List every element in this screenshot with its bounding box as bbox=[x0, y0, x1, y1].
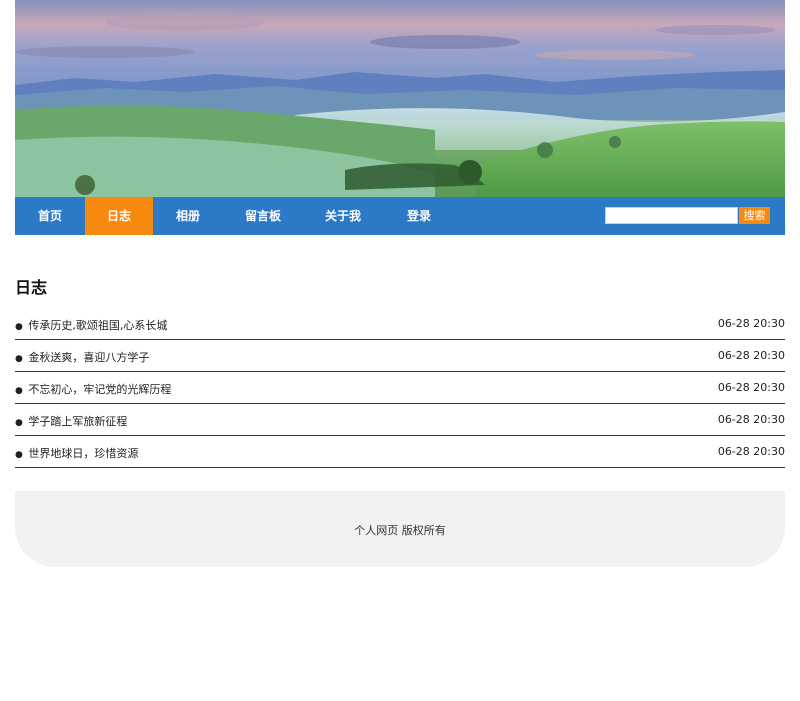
nav-item-home[interactable]: 首页 bbox=[15, 197, 85, 235]
main-navbar: 首页 日志 相册 留言板 关于我 登录 搜索 bbox=[15, 197, 785, 235]
bullet-icon: ● bbox=[15, 354, 23, 364]
bullet-icon: ● bbox=[15, 418, 23, 428]
post-link[interactable]: ● 学子踏上军旅新征程 bbox=[15, 413, 127, 429]
nav-item-about[interactable]: 关于我 bbox=[303, 197, 383, 235]
list-item: ● 金秋送爽，喜迎八方学子 06-28 20:30 bbox=[15, 340, 785, 372]
copyright-text: 个人网页 版权所有 bbox=[354, 524, 446, 537]
landscape-illustration bbox=[15, 0, 785, 197]
post-link[interactable]: ● 金秋送爽，喜迎八方学子 bbox=[15, 349, 149, 365]
nav-item-login[interactable]: 登录 bbox=[383, 197, 455, 235]
list-item: ● 不忘初心，牢记党的光辉历程 06-28 20:30 bbox=[15, 372, 785, 404]
post-title: 金秋送爽，喜迎八方学子 bbox=[28, 351, 150, 364]
search-input[interactable] bbox=[605, 207, 738, 224]
bullet-icon: ● bbox=[15, 322, 23, 332]
post-date: 06-28 20:30 bbox=[717, 381, 785, 394]
banner-image bbox=[15, 0, 785, 197]
blog-post-list: ● 传承历史,歌颂祖国,心系长城 06-28 20:30 ● 金秋送爽，喜迎八方… bbox=[15, 308, 785, 468]
list-item: ● 世界地球日，珍惜资源 06-28 20:30 bbox=[15, 436, 785, 468]
bullet-icon: ● bbox=[15, 386, 23, 396]
post-link[interactable]: ● 不忘初心，牢记党的光辉历程 bbox=[15, 381, 171, 397]
bullet-icon: ● bbox=[15, 450, 23, 460]
page-title: 日志 bbox=[15, 278, 48, 297]
post-date: 06-28 20:30 bbox=[717, 349, 785, 362]
list-item: ● 传承历史,歌颂祖国,心系长城 06-28 20:30 bbox=[15, 308, 785, 340]
nav-item-album[interactable]: 相册 bbox=[153, 197, 223, 235]
post-title: 传承历史,歌颂祖国,心系长城 bbox=[28, 319, 168, 332]
nav-item-blog[interactable]: 日志 bbox=[85, 197, 153, 235]
post-date: 06-28 20:30 bbox=[717, 317, 785, 330]
footer: 个人网页 版权所有 bbox=[15, 491, 785, 567]
search-button[interactable]: 搜索 bbox=[739, 207, 770, 224]
post-title: 世界地球日，珍惜资源 bbox=[28, 447, 139, 460]
post-title: 学子踏上军旅新征程 bbox=[28, 415, 128, 428]
nav-item-guestbook[interactable]: 留言板 bbox=[223, 197, 303, 235]
post-title: 不忘初心，牢记党的光辉历程 bbox=[28, 383, 172, 396]
post-link[interactable]: ● 世界地球日，珍惜资源 bbox=[15, 445, 138, 461]
post-date: 06-28 20:30 bbox=[717, 445, 785, 458]
post-link[interactable]: ● 传承历史,歌颂祖国,心系长城 bbox=[15, 317, 167, 333]
list-item: ● 学子踏上军旅新征程 06-28 20:30 bbox=[15, 404, 785, 436]
post-date: 06-28 20:30 bbox=[717, 413, 785, 426]
